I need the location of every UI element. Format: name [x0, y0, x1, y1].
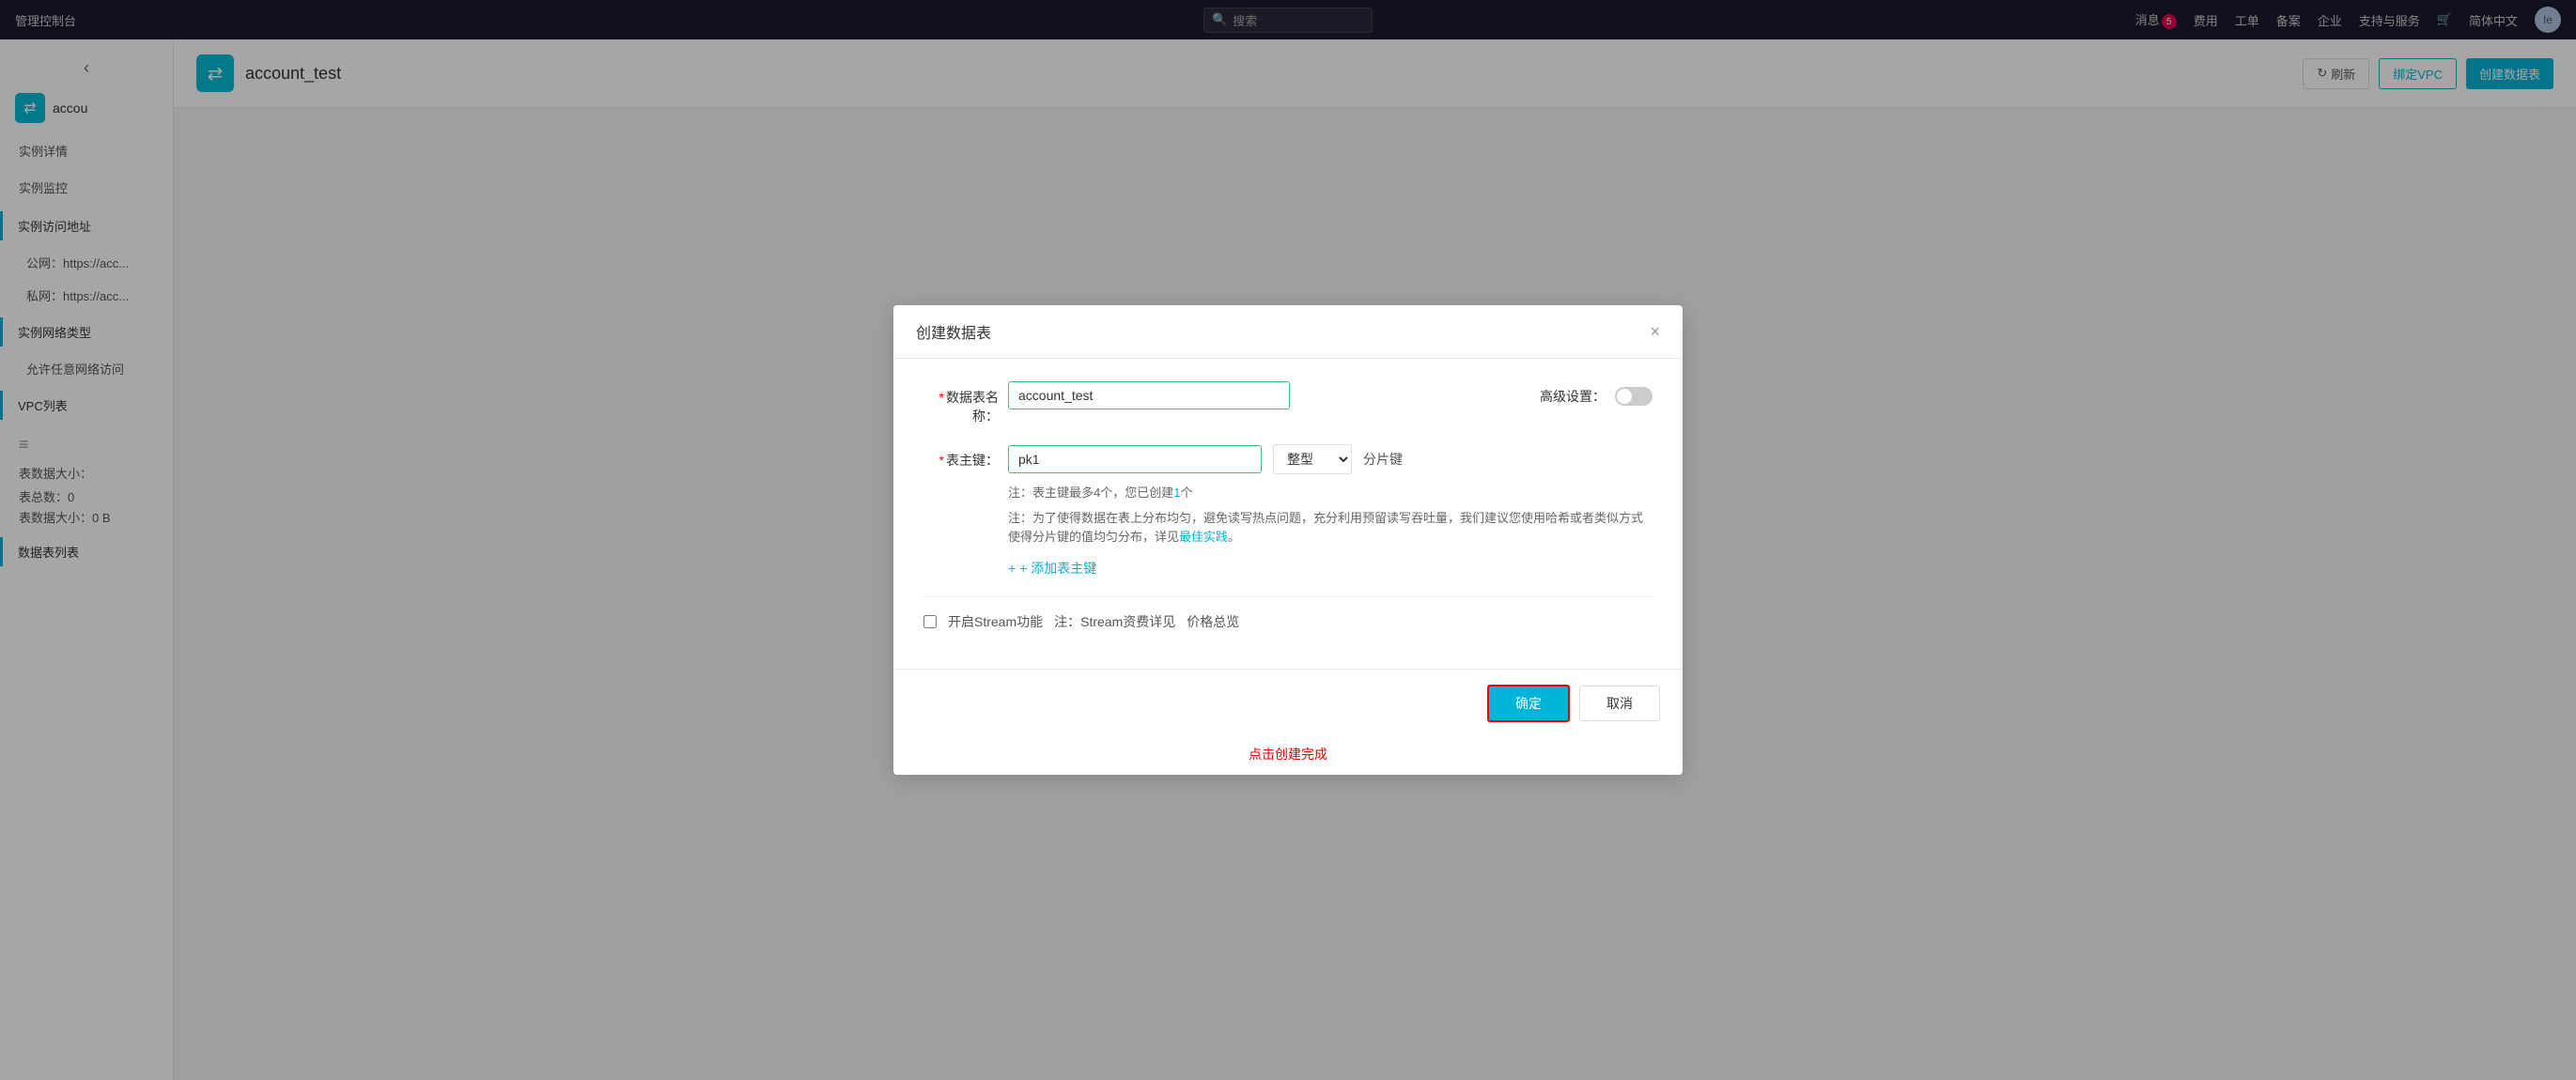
advanced-settings: 高级设置：	[1540, 381, 1653, 406]
table-name-label: *数据表名称：	[923, 381, 1008, 425]
create-table-dialog: 创建数据表 × *数据表名称： 高级设置： *表主键	[893, 305, 1683, 775]
advanced-toggle[interactable]	[1615, 387, 1653, 406]
pk-note2: 注：为了使得数据在表上分布均匀，避免读写热点问题，充分利用预留读写吞吐量，我们建…	[1008, 509, 1653, 548]
pk1-type-select[interactable]: 整型 字符串 二进制	[1273, 444, 1352, 474]
stream-note: 注：Stream资费详见	[1054, 612, 1175, 631]
best-practice-link[interactable]: 最佳实践	[1179, 530, 1228, 544]
dialog-body: *数据表名称： 高级设置： *表主键：	[893, 359, 1683, 669]
price-overview-link[interactable]: 价格总览	[1187, 612, 1239, 631]
pk-input-row: 整型 字符串 二进制 分片键	[1008, 444, 1653, 474]
required-mark: *	[939, 390, 944, 405]
advanced-label: 高级设置：	[1540, 387, 1606, 406]
stream-checkbox-label: 开启Stream功能	[948, 612, 1043, 631]
table-name-row: *数据表名称： 高级设置：	[923, 381, 1653, 425]
dialog-footer: 确定 取消	[893, 669, 1683, 737]
pk-note1: 注：表主键最多4个，您已创建1个	[1008, 484, 1653, 503]
table-name-input[interactable]	[1008, 381, 1290, 409]
dialog-close-button[interactable]: ×	[1650, 323, 1660, 340]
add-pk-plus-icon: +	[1008, 561, 1016, 576]
stream-checkbox[interactable]	[923, 615, 937, 628]
click-hint: 点击创建完成	[893, 745, 1683, 775]
dialog-header: 创建数据表 ×	[893, 305, 1683, 359]
pk-content: 整型 字符串 二进制 分片键 注：表主键最多4个，您已创建1个 注：为了使得数据…	[1008, 444, 1653, 578]
note1-end: 个	[1180, 486, 1192, 500]
note2-start: 注：为了使得数据在表上分布均匀，避免读写热点问题，充分利用预留读写吞吐量，我们建…	[1008, 511, 1643, 545]
add-pk-button[interactable]: + + 添加表主键	[1008, 559, 1653, 578]
required-mark2: *	[939, 453, 944, 468]
shard-key-label: 分片键	[1363, 450, 1403, 469]
add-pk-label: + 添加表主键	[1019, 559, 1096, 578]
table-name-content	[1008, 381, 1540, 409]
note2-end: 。	[1228, 530, 1240, 544]
modal-overlay: 创建数据表 × *数据表名称： 高级设置： *表主键	[0, 0, 2576, 1080]
cancel-button[interactable]: 取消	[1579, 686, 1660, 721]
note1-start: 注：表主键最多4个，您已创建	[1008, 486, 1173, 500]
pk1-input[interactable]	[1008, 445, 1262, 473]
dialog-title: 创建数据表	[916, 320, 991, 343]
confirm-button[interactable]: 确定	[1487, 685, 1570, 722]
pk-row: *表主键： 整型 字符串 二进制 分片键 注：表主键最多4个，您已创建1个	[923, 444, 1653, 578]
stream-row: 开启Stream功能 注：Stream资费详见 价格总览	[923, 596, 1653, 646]
pk-label: *表主键：	[923, 444, 1008, 470]
